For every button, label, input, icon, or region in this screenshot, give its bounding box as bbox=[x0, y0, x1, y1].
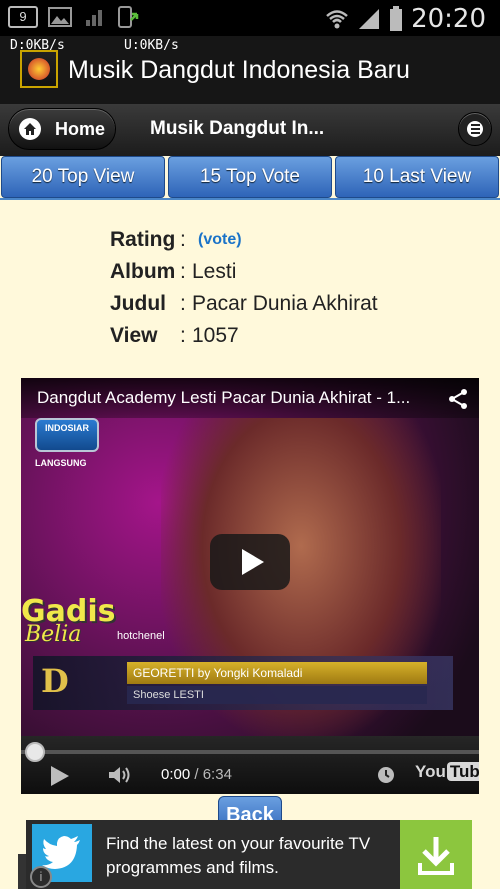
song-info: Rating : (vote) Album : Lesti Judul : Pa… bbox=[110, 224, 378, 352]
action-bar: D:0KB/s U:0KB/s Musik Dangdut Indonesia … bbox=[0, 36, 500, 104]
video-player[interactable]: Dangdut Academy Lesti Pacar Dunia Akhira… bbox=[21, 378, 479, 794]
menu-button[interactable] bbox=[458, 112, 492, 146]
wifi-icon bbox=[326, 10, 348, 29]
album-separator: : bbox=[180, 260, 186, 283]
youtube-logo-prefix: You bbox=[415, 762, 446, 781]
rating-row: Rating : (vote) bbox=[110, 224, 378, 256]
overlay-small-text: hotchenel bbox=[117, 630, 165, 642]
status-bar-right: 20:20 bbox=[325, 4, 486, 34]
album-value: Lesti bbox=[192, 260, 237, 283]
youtube-logo-suffix: Tube bbox=[446, 762, 479, 781]
home-icon bbox=[19, 118, 41, 140]
rating-separator: : bbox=[180, 228, 186, 251]
ad-banner[interactable]: Find the latest on your favourite TV pro… bbox=[26, 820, 472, 889]
download-icon[interactable] bbox=[400, 820, 472, 889]
cell-signal-icon bbox=[359, 9, 380, 29]
album-row: Album : Lesti bbox=[110, 256, 378, 288]
judul-value: Pacar Dunia Akhirat bbox=[192, 292, 378, 315]
battery-icon bbox=[390, 6, 403, 31]
lower-third-sub: Shoese LESTI bbox=[127, 686, 427, 704]
youtube-logo[interactable]: YouTube bbox=[415, 762, 479, 782]
video-controls bbox=[21, 736, 479, 794]
view-row: View : 1057 bbox=[110, 320, 378, 352]
academy-logo: D bbox=[41, 662, 69, 700]
overlay-subtitle: Belia bbox=[25, 622, 82, 647]
vote-link[interactable]: (vote) bbox=[198, 231, 242, 249]
video-title[interactable]: Dangdut Academy Lesti Pacar Dunia Akhira… bbox=[37, 388, 437, 408]
status-bar: 9 20:20 bbox=[0, 0, 500, 36]
play-button[interactable] bbox=[210, 534, 290, 590]
time-separator: / bbox=[190, 766, 203, 783]
tab-top-vote[interactable]: 15 Top Vote bbox=[168, 156, 332, 198]
view-value: 1057 bbox=[192, 324, 239, 347]
judul-separator: : bbox=[180, 292, 186, 315]
live-label: LANGSUNG bbox=[35, 458, 87, 468]
scrubber-handle[interactable] bbox=[25, 742, 45, 762]
current-time: 0:00 bbox=[161, 766, 191, 783]
share-icon[interactable] bbox=[447, 388, 469, 410]
progress-bar[interactable] bbox=[21, 750, 479, 754]
nav-header: Home Musik Dangdut In... bbox=[0, 104, 500, 156]
tab-bar: 20 Top View 15 Top Vote 10 Last View bbox=[0, 156, 500, 200]
app-title: Musik Dangdut Indonesia Baru bbox=[68, 56, 410, 84]
home-button[interactable]: Home bbox=[8, 108, 116, 150]
home-button-label: Home bbox=[55, 118, 106, 139]
status-time: 20:20 bbox=[411, 4, 486, 34]
volume-icon[interactable] bbox=[107, 764, 133, 786]
rating-label: Rating bbox=[110, 228, 176, 251]
phone-upload-icon bbox=[118, 6, 139, 28]
app-logo-icon bbox=[20, 50, 58, 88]
upload-speed: U:0KB/s bbox=[124, 38, 179, 53]
lower-third-main: GEORETTI by Yongki Komaladi bbox=[127, 662, 427, 684]
duration: 6:34 bbox=[202, 766, 232, 783]
status-bar-left: 9 bbox=[8, 6, 140, 28]
judul-label: Judul bbox=[110, 292, 166, 315]
watch-later-icon[interactable] bbox=[377, 766, 395, 784]
channel-logo: INDOSIAR bbox=[35, 418, 99, 452]
notification-count-badge: 9 bbox=[8, 6, 38, 28]
tab-top-view[interactable]: 20 Top View bbox=[1, 156, 165, 198]
album-label: Album bbox=[110, 260, 176, 283]
time-display: 0:00 / 6:34 bbox=[161, 766, 232, 783]
menu-icon bbox=[467, 121, 483, 137]
control-play-icon[interactable] bbox=[51, 766, 69, 786]
judul-row: Judul : Pacar Dunia Akhirat bbox=[110, 288, 378, 320]
ad-text: Find the latest on your favourite TV pro… bbox=[106, 834, 371, 877]
gallery-icon bbox=[48, 7, 72, 27]
ad-info-icon[interactable]: i bbox=[30, 866, 52, 888]
page-title: Musik Dangdut In... bbox=[150, 118, 325, 139]
signal-small-icon bbox=[86, 10, 102, 26]
view-separator: : bbox=[180, 324, 186, 347]
tab-last-view[interactable]: 10 Last View bbox=[335, 156, 499, 198]
view-label: View bbox=[110, 324, 158, 347]
